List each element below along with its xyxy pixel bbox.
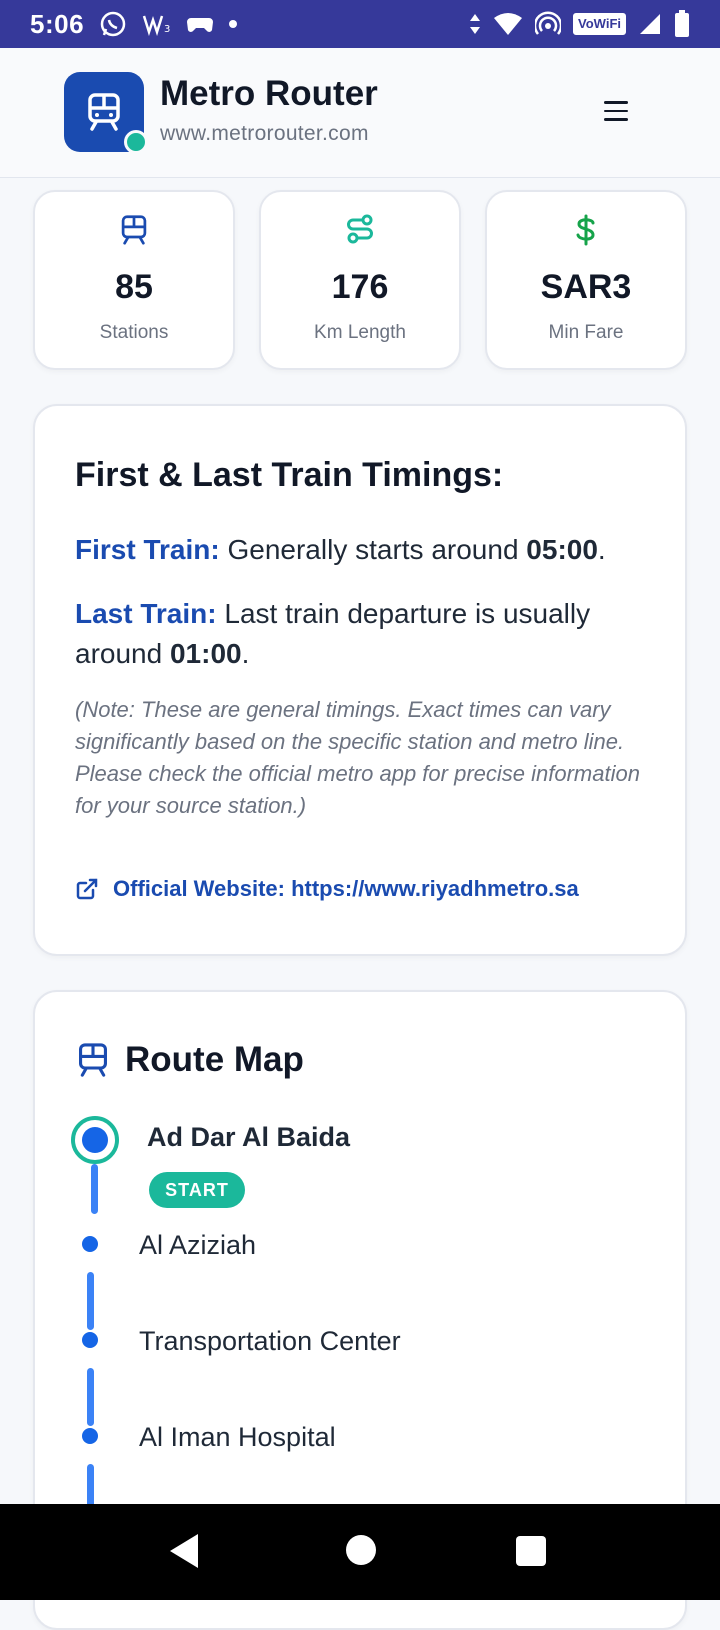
route-map-title: Route Map <box>125 1040 304 1079</box>
whatsapp-icon <box>98 9 128 39</box>
timings-note: (Note: These are general timings. Exact … <box>75 697 640 818</box>
hamburger-menu-icon[interactable] <box>596 94 636 128</box>
home-icon[interactable] <box>346 1535 376 1565</box>
battery-icon <box>674 10 690 38</box>
w3-icon: 3 <box>142 12 172 36</box>
wifi-icon <box>493 12 523 36</box>
stop-name[interactable]: Al Aziziah <box>139 1230 256 1261</box>
stat-label: Stations <box>99 322 169 343</box>
first-train-time: 05:00 <box>526 534 598 565</box>
stop-name[interactable]: Al Iman Hospital <box>139 1422 336 1453</box>
last-train-line: Last Train: Last train departure is usua… <box>75 598 591 669</box>
first-train-text: Generally starts around <box>219 534 527 565</box>
svg-text:3: 3 <box>164 24 170 35</box>
route-icon <box>347 214 373 244</box>
route-connector <box>87 1368 94 1426</box>
stat-value: 176 <box>331 268 389 306</box>
stop-dot <box>82 1236 98 1252</box>
last-train-time: 01:00 <box>169 638 242 669</box>
stat-value: 85 <box>115 268 153 306</box>
first-train-line: First Train: Generally starts around 05:… <box>75 534 606 565</box>
external-link-icon <box>76 878 98 900</box>
route-connector <box>91 1164 98 1214</box>
stat-label: Km Length <box>314 322 406 343</box>
back-icon[interactable] <box>170 1534 198 1568</box>
system-nav-bar <box>0 1504 720 1600</box>
timings-title: First & Last Train Timings: <box>75 456 504 494</box>
online-status-dot <box>124 130 148 154</box>
train-icon <box>79 1043 107 1077</box>
route-connector <box>87 1272 94 1330</box>
stat-card-length: 176 Km Length <box>259 190 461 370</box>
vowifi-badge: VoWiFi <box>573 13 626 35</box>
train-icon <box>121 215 147 245</box>
stat-card-fare: SAR3 Min Fare <box>485 190 687 370</box>
dollar-icon <box>576 214 595 246</box>
status-time: 5:06 <box>30 8 85 39</box>
gamepad-icon <box>186 13 214 35</box>
status-bar: 5:06 3 VoWiFi <box>0 0 720 48</box>
last-train-label: Last Train: <box>75 598 217 629</box>
hotspot-icon <box>535 11 562 37</box>
app-title: Metro Router <box>160 74 378 113</box>
timings-card: First & Last Train Timings: First Train:… <box>33 404 687 956</box>
data-arrows-icon <box>469 12 481 36</box>
stop-dot <box>82 1332 98 1348</box>
official-website-text[interactable]: Official Website: https://www.riyadhmetr… <box>113 876 579 902</box>
stop-dot <box>82 1428 98 1444</box>
app-url[interactable]: www.metrorouter.com <box>160 122 369 146</box>
stat-label: Min Fare <box>548 322 624 343</box>
first-train-label: First Train: <box>75 534 220 565</box>
stop-name-start[interactable]: Ad Dar Al Baida <box>147 1122 350 1153</box>
app-header: Metro Router www.metrorouter.com <box>0 48 720 178</box>
start-badge: START <box>149 1172 245 1208</box>
official-website-link[interactable]: Official Website: https://www.riyadhmetr… <box>75 876 579 902</box>
notification-dot-icon <box>228 19 238 29</box>
signal-icon <box>638 12 662 36</box>
recents-icon[interactable] <box>516 1536 546 1566</box>
stat-value: SAR3 <box>540 268 632 306</box>
stop-name[interactable]: Transportation Center <box>139 1326 401 1357</box>
stat-card-stations: 85 Stations <box>33 190 235 370</box>
start-stop-marker <box>71 1116 119 1164</box>
train-icon <box>88 93 120 131</box>
